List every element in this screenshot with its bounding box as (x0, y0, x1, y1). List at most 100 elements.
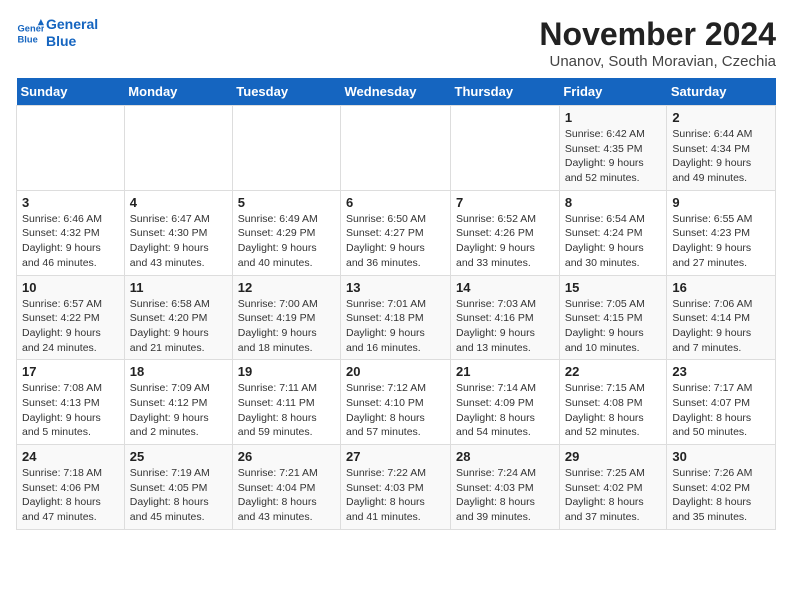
day-number: 13 (346, 280, 445, 295)
day-header-friday: Friday (559, 78, 667, 106)
day-info: Sunrise: 7:17 AM Sunset: 4:07 PM Dayligh… (672, 381, 770, 440)
calendar-cell (341, 106, 451, 191)
day-number: 19 (238, 364, 335, 379)
day-number: 9 (672, 195, 770, 210)
day-number: 23 (672, 364, 770, 379)
day-number: 21 (456, 364, 554, 379)
calendar-cell: 26Sunrise: 7:21 AM Sunset: 4:04 PM Dayli… (232, 445, 340, 530)
day-info: Sunrise: 7:05 AM Sunset: 4:15 PM Dayligh… (565, 297, 662, 356)
day-info: Sunrise: 6:49 AM Sunset: 4:29 PM Dayligh… (238, 212, 335, 271)
calendar-cell: 17 Sunrise: 7:08 AM Sunset: 4:13 PM Dayli… (17, 360, 125, 445)
day-info: Sunrise: 7:00 AM Sunset: 4:19 PM Dayligh… (238, 297, 335, 356)
day-number: 27 (346, 449, 445, 464)
day-number: 18 (130, 364, 227, 379)
calendar-cell: 5Sunrise: 6:49 AM Sunset: 4:29 PM Daylig… (232, 190, 340, 275)
day-info: Sunrise: 6:44 AM Sunset: 4:34 PM Dayligh… (672, 127, 770, 186)
day-number: 30 (672, 449, 770, 464)
month-title: November 2024 (539, 16, 776, 53)
calendar-cell: 28Sunrise: 7:24 AM Sunset: 4:03 PM Dayli… (451, 445, 560, 530)
calendar-cell: 22 Sunrise: 7:15 AM Sunset: 4:08 PM Dayli… (559, 360, 667, 445)
day-header-tuesday: Tuesday (232, 78, 340, 106)
day-info: Sunrise: 7:03 AM Sunset: 4:16 PM Dayligh… (456, 297, 554, 356)
day-number: 16 (672, 280, 770, 295)
day-info: Sunrise: 7:15 AM Sunset: 4:08 PM Dayligh… (565, 381, 662, 440)
day-number: 17 (22, 364, 119, 379)
calendar-cell: 14 Sunrise: 7:03 AM Sunset: 4:16 PM Dayli… (451, 275, 560, 360)
day-info: Sunrise: 7:14 AM Sunset: 4:09 PM Dayligh… (456, 381, 554, 440)
calendar-cell: 27 Sunrise: 7:22 AM Sunset: 4:03 PM Dayli… (341, 445, 451, 530)
day-number: 25 (130, 449, 227, 464)
calendar-cell: 25 Sunrise: 7:19 AM Sunset: 4:05 PM Dayli… (124, 445, 232, 530)
day-info: Sunrise: 7:01 AM Sunset: 4:18 PM Dayligh… (346, 297, 445, 356)
day-info: Sunrise: 7:09 AM Sunset: 4:12 PM Dayligh… (130, 381, 227, 440)
calendar-cell (451, 106, 560, 191)
day-info: Sunrise: 6:58 AM Sunset: 4:20 PM Dayligh… (130, 297, 227, 356)
header: General Blue General Blue November 2024 … (16, 16, 776, 70)
calendar-cell: 7Sunrise: 6:52 AM Sunset: 4:26 PM Daylig… (451, 190, 560, 275)
day-number: 12 (238, 280, 335, 295)
day-info: Sunrise: 7:22 AM Sunset: 4:03 PM Dayligh… (346, 466, 445, 525)
day-info: Sunrise: 6:57 AM Sunset: 4:22 PM Dayligh… (22, 297, 119, 356)
calendar-cell: 6Sunrise: 6:50 AM Sunset: 4:27 PM Daylig… (341, 190, 451, 275)
day-number: 24 (22, 449, 119, 464)
day-info: Sunrise: 7:25 AM Sunset: 4:02 PM Dayligh… (565, 466, 662, 525)
day-info: Sunrise: 7:24 AM Sunset: 4:03 PM Dayligh… (456, 466, 554, 525)
week-row-5: 24 Sunrise: 7:18 AM Sunset: 4:06 PM Dayli… (17, 445, 776, 530)
logo-text: General Blue (46, 16, 98, 50)
calendar-cell: 9 Sunrise: 6:55 AM Sunset: 4:23 PM Daylig… (667, 190, 776, 275)
calendar-cell: 23 Sunrise: 7:17 AM Sunset: 4:07 PM Dayli… (667, 360, 776, 445)
day-header-saturday: Saturday (667, 78, 776, 106)
day-info: Sunrise: 7:21 AM Sunset: 4:04 PM Dayligh… (238, 466, 335, 525)
day-number: 10 (22, 280, 119, 295)
day-number: 20 (346, 364, 445, 379)
day-number: 2 (672, 110, 770, 125)
day-number: 1 (565, 110, 662, 125)
day-number: 8 (565, 195, 662, 210)
calendar-cell: 19Sunrise: 7:11 AM Sunset: 4:11 PM Dayli… (232, 360, 340, 445)
day-info: Sunrise: 7:06 AM Sunset: 4:14 PM Dayligh… (672, 297, 770, 356)
day-header-monday: Monday (124, 78, 232, 106)
days-header-row: SundayMondayTuesdayWednesdayThursdayFrid… (17, 78, 776, 106)
day-number: 14 (456, 280, 554, 295)
day-info: Sunrise: 6:54 AM Sunset: 4:24 PM Dayligh… (565, 212, 662, 271)
calendar-cell: 13 Sunrise: 7:01 AM Sunset: 4:18 PM Dayli… (341, 275, 451, 360)
day-number: 11 (130, 280, 227, 295)
day-number: 22 (565, 364, 662, 379)
day-info: Sunrise: 7:18 AM Sunset: 4:06 PM Dayligh… (22, 466, 119, 525)
day-number: 15 (565, 280, 662, 295)
calendar-cell: 3Sunrise: 6:46 AM Sunset: 4:32 PM Daylig… (17, 190, 125, 275)
logo: General Blue General Blue (16, 16, 98, 50)
day-info: Sunrise: 6:47 AM Sunset: 4:30 PM Dayligh… (130, 212, 227, 271)
day-header-wednesday: Wednesday (341, 78, 451, 106)
day-number: 6 (346, 195, 445, 210)
week-row-3: 10 Sunrise: 6:57 AM Sunset: 4:22 PM Dayli… (17, 275, 776, 360)
day-number: 3 (22, 195, 119, 210)
calendar-table: SundayMondayTuesdayWednesdayThursdayFrid… (16, 78, 776, 530)
calendar-cell: 15 Sunrise: 7:05 AM Sunset: 4:15 PM Dayli… (559, 275, 667, 360)
title-area: November 2024 Unanov, South Moravian, Cz… (539, 16, 776, 70)
week-row-4: 17 Sunrise: 7:08 AM Sunset: 4:13 PM Dayli… (17, 360, 776, 445)
calendar-cell: 21 Sunrise: 7:14 AM Sunset: 4:09 PM Dayli… (451, 360, 560, 445)
week-row-1: 1Sunrise: 6:42 AM Sunset: 4:35 PM Daylig… (17, 106, 776, 191)
day-number: 4 (130, 195, 227, 210)
day-info: Sunrise: 7:19 AM Sunset: 4:05 PM Dayligh… (130, 466, 227, 525)
day-info: Sunrise: 6:55 AM Sunset: 4:23 PM Dayligh… (672, 212, 770, 271)
svg-text:Blue: Blue (18, 34, 38, 44)
day-info: Sunrise: 7:08 AM Sunset: 4:13 PM Dayligh… (22, 381, 119, 440)
calendar-cell (17, 106, 125, 191)
day-info: Sunrise: 7:26 AM Sunset: 4:02 PM Dayligh… (672, 466, 770, 525)
calendar-cell: 12 Sunrise: 7:00 AM Sunset: 4:19 PM Dayli… (232, 275, 340, 360)
day-info: Sunrise: 7:12 AM Sunset: 4:10 PM Dayligh… (346, 381, 445, 440)
calendar-cell: 8 Sunrise: 6:54 AM Sunset: 4:24 PM Daylig… (559, 190, 667, 275)
subtitle: Unanov, South Moravian, Czechia (539, 53, 776, 70)
calendar-cell: 2 Sunrise: 6:44 AM Sunset: 4:34 PM Daylig… (667, 106, 776, 191)
calendar-cell: 10 Sunrise: 6:57 AM Sunset: 4:22 PM Dayli… (17, 275, 125, 360)
day-number: 29 (565, 449, 662, 464)
week-row-2: 3Sunrise: 6:46 AM Sunset: 4:32 PM Daylig… (17, 190, 776, 275)
day-number: 7 (456, 195, 554, 210)
logo-line1: General (46, 16, 98, 32)
calendar-cell: 1Sunrise: 6:42 AM Sunset: 4:35 PM Daylig… (559, 106, 667, 191)
calendar-cell: 29 Sunrise: 7:25 AM Sunset: 4:02 PM Dayli… (559, 445, 667, 530)
calendar-cell (232, 106, 340, 191)
calendar-cell: 24 Sunrise: 7:18 AM Sunset: 4:06 PM Dayli… (17, 445, 125, 530)
